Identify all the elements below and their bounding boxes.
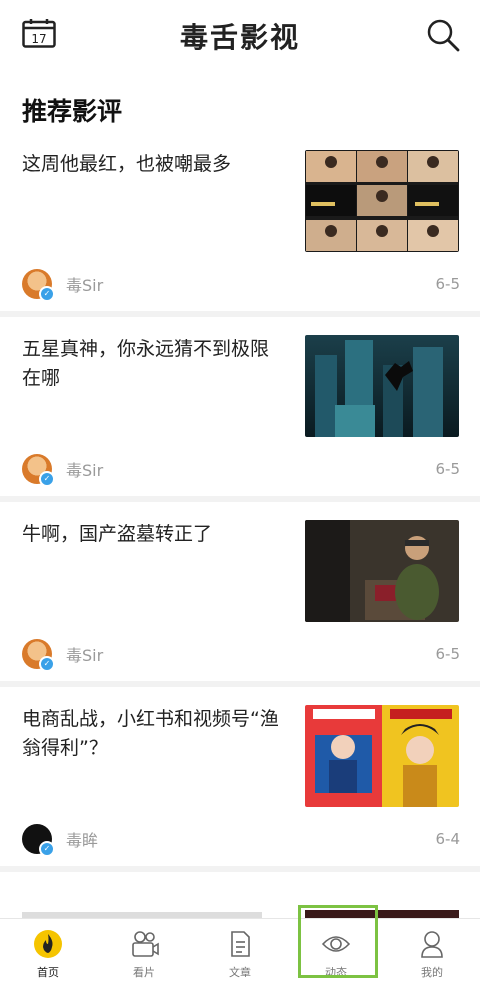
article-date: 6-4: [435, 830, 461, 848]
avatar[interactable]: ✓: [22, 639, 55, 672]
next-card-thumbnail-edge: [22, 910, 459, 918]
author-row[interactable]: ✓ 毒Sir: [22, 638, 103, 672]
verified-badge-icon: ✓: [39, 471, 55, 487]
article-thumbnail[interactable]: [305, 150, 459, 252]
home-flame-icon: [34, 930, 62, 958]
article-date: 6-5: [435, 645, 461, 663]
verified-badge-icon: ✓: [39, 841, 55, 857]
author-name[interactable]: 毒Sir: [66, 457, 103, 481]
thumbnail-image: [305, 150, 459, 252]
author-row[interactable]: ✓ 毒Sir: [22, 268, 103, 302]
app-header: 17 毒舌影视: [0, 0, 480, 72]
thumbnail-image: [305, 705, 459, 807]
tab-label: 我的: [421, 966, 443, 979]
article-title[interactable]: 电商乱战，小红书和视频号“渔翁得利”？: [22, 705, 287, 763]
article-feed: 这周他最红，也被嘲最多 ✓ 毒Sir 6-5 五星真神，你永远猜不到极限在哪 ✓…: [0, 132, 480, 872]
author-name[interactable]: 毒眸: [66, 827, 98, 851]
article-card[interactable]: 电商乱战，小红书和视频号“渔翁得利”？ ✓ 毒眸 6-4: [0, 687, 480, 872]
article-title[interactable]: 五星真神，你永远猜不到极限在哪: [22, 335, 287, 393]
tab-watch[interactable]: 看片: [96, 919, 192, 984]
tab-label: 首页: [37, 966, 59, 979]
tab-label: 动态: [325, 966, 347, 979]
article-card[interactable]: 五星真神，你永远猜不到极限在哪 ✓ 毒Sir 6-5: [0, 317, 480, 502]
thumbnail-image: [305, 335, 459, 437]
bottom-tab-bar: 首页 看片 文章 动态 我的: [0, 918, 480, 984]
person-icon: [421, 931, 443, 958]
author-row[interactable]: ✓ 毒Sir: [22, 453, 103, 487]
section-title: 推荐影评: [22, 97, 123, 126]
author-name[interactable]: 毒Sir: [66, 642, 103, 666]
avatar[interactable]: ✓: [22, 824, 55, 857]
eye-icon: [321, 936, 351, 952]
author-name[interactable]: 毒Sir: [66, 272, 103, 296]
verified-badge-icon: ✓: [39, 286, 55, 302]
thumbnail-image: [305, 520, 459, 622]
author-row[interactable]: ✓ 毒眸: [22, 823, 98, 857]
article-thumbnail[interactable]: [305, 335, 459, 437]
article-thumbnail[interactable]: [305, 520, 459, 622]
search-icon[interactable]: [426, 18, 460, 52]
article-title[interactable]: 牛啊，国产盗墓转正了: [22, 520, 287, 549]
app-title: 毒舌影视: [179, 21, 300, 54]
tab-label: 看片: [133, 966, 155, 979]
tab-feed[interactable]: 动态: [288, 919, 384, 984]
verified-badge-icon: ✓: [39, 656, 55, 672]
article-card[interactable]: 牛啊，国产盗墓转正了 ✓ 毒Sir 6-5: [0, 502, 480, 687]
camera-icon: [132, 931, 159, 957]
article-date: 6-5: [435, 275, 461, 293]
tab-home[interactable]: 首页: [0, 919, 96, 984]
tab-label: 文章: [229, 966, 251, 979]
article-thumbnail[interactable]: [305, 705, 459, 807]
avatar[interactable]: ✓: [22, 454, 55, 487]
tab-profile[interactable]: 我的: [384, 919, 480, 984]
article-date: 6-5: [435, 460, 461, 478]
tab-articles[interactable]: 文章: [192, 919, 288, 984]
document-icon: [231, 931, 250, 957]
avatar[interactable]: ✓: [22, 269, 55, 302]
article-title[interactable]: 这周他最红，也被嘲最多: [22, 150, 287, 179]
article-card[interactable]: 这周他最红，也被嘲最多 ✓ 毒Sir 6-5: [0, 132, 480, 317]
next-card-peek[interactable]: [0, 880, 480, 918]
